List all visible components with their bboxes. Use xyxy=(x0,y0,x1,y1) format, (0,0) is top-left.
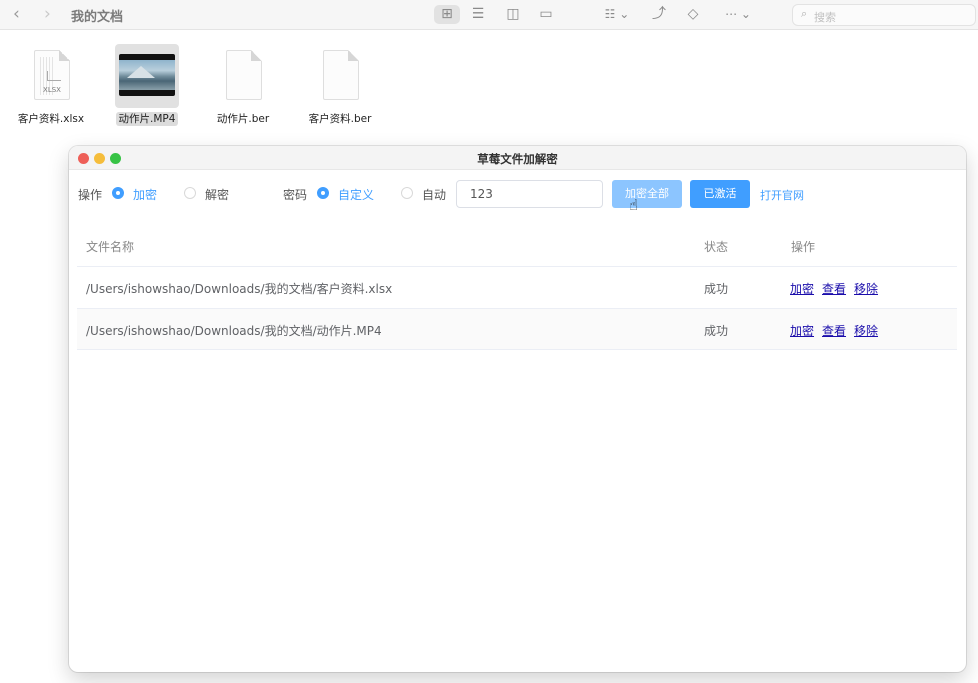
search-field[interactable]: ⌕ 搜索 xyxy=(792,4,976,26)
table-header: 文件名称 状态 操作 xyxy=(77,224,957,266)
row-remove-link[interactable]: 移除 xyxy=(854,280,878,297)
row-encrypt-link[interactable]: 加密 xyxy=(790,322,814,339)
finder-toolbar: ‹ › 我的文档 ⊞ ☰ ◫ ▭ ☷ ⌄ ⤴ ◇ ⋯ ⌄ ⌕ 搜索 xyxy=(0,0,978,30)
decrypt-radio-label[interactable]: 解密 xyxy=(205,186,229,203)
encrypt-radio-label[interactable]: 加密 xyxy=(133,186,157,203)
encrypt-app-window: 草莓文件加解密 操作 加密 解密 密码 自定义 自动 123 加密全部 已激活 … xyxy=(69,146,966,672)
file-item-xlsx[interactable]: XLSX 客户资料.xlsx xyxy=(6,44,96,126)
hand-pointer-cursor-icon: ☝ xyxy=(629,196,639,214)
window-titlebar: 草莓文件加解密 xyxy=(69,146,966,170)
encrypt-radio[interactable] xyxy=(112,187,124,199)
operation-label: 操作 xyxy=(78,188,103,202)
generic-file-icon xyxy=(211,44,275,108)
row-encrypt-link[interactable]: 加密 xyxy=(790,280,814,297)
tag-icon[interactable]: ◇ xyxy=(682,5,704,24)
xlsx-file-icon: XLSX xyxy=(19,44,83,108)
forward-arrow-icon[interactable]: › xyxy=(44,4,51,24)
row-view-link[interactable]: 查看 xyxy=(822,322,846,339)
finder-folder-title: 我的文档 xyxy=(71,10,124,25)
gallery-view-icon[interactable]: ▭ xyxy=(535,5,557,24)
activated-button[interactable]: 已激活 xyxy=(690,180,750,208)
more-actions-icon[interactable]: ⋯ ⌄ xyxy=(720,5,756,24)
search-placeholder: 搜索 xyxy=(814,11,836,24)
status-text: 成功 xyxy=(704,282,729,296)
group-by-icon[interactable]: ☷ ⌄ xyxy=(600,5,634,24)
table-row: /Users/ishowshao/Downloads/我的文档/客户资料.xls… xyxy=(77,266,957,308)
grid-view-icon[interactable]: ⊞ xyxy=(434,5,460,24)
file-name: 客户资料.ber xyxy=(308,113,372,125)
window-title: 草莓文件加解密 xyxy=(477,152,558,166)
back-arrow-icon[interactable]: ‹ xyxy=(13,4,20,24)
file-name: 客户资料.xlsx xyxy=(17,113,85,125)
share-icon[interactable]: ⤴ xyxy=(648,5,670,24)
open-official-site-link[interactable]: 打开官网 xyxy=(760,187,804,203)
column-header-filename: 文件名称 xyxy=(86,240,135,254)
row-remove-link[interactable]: 移除 xyxy=(854,322,878,339)
auto-password-radio-label[interactable]: 自动 xyxy=(422,186,446,203)
file-name: 动作片.MP4 xyxy=(115,112,179,126)
generic-file-icon xyxy=(308,44,372,108)
column-header-actions: 操作 xyxy=(791,240,816,254)
password-label: 密码 xyxy=(283,188,308,202)
list-view-icon[interactable]: ☰ xyxy=(467,5,489,24)
table-row: /Users/ishowshao/Downloads/我的文档/动作片.MP4 … xyxy=(77,308,957,350)
decrypt-radio[interactable] xyxy=(184,187,196,199)
auto-password-radio[interactable] xyxy=(401,187,413,199)
custom-password-radio[interactable] xyxy=(317,187,329,199)
row-view-link[interactable]: 查看 xyxy=(822,280,846,297)
custom-password-radio-label[interactable]: 自定义 xyxy=(338,186,374,203)
search-icon: ⌕ xyxy=(801,7,808,20)
file-item-mp4[interactable]: 动作片.MP4 xyxy=(102,44,192,126)
file-name: 动作片.ber xyxy=(216,113,270,125)
file-path: /Users/ishowshao/Downloads/我的文档/客户资料.xls… xyxy=(86,282,393,296)
status-text: 成功 xyxy=(704,324,729,338)
file-item-ber-video[interactable]: 动作片.ber xyxy=(198,44,288,126)
file-path: /Users/ishowshao/Downloads/我的文档/动作片.MP4 xyxy=(86,324,382,338)
password-input[interactable]: 123 xyxy=(456,180,603,208)
video-file-icon xyxy=(115,44,179,108)
encrypt-all-button[interactable]: 加密全部 xyxy=(612,180,682,208)
column-header-status: 状态 xyxy=(704,240,729,254)
column-view-icon[interactable]: ◫ xyxy=(502,5,524,24)
file-item-ber-xlsx[interactable]: 客户资料.ber xyxy=(295,44,385,126)
